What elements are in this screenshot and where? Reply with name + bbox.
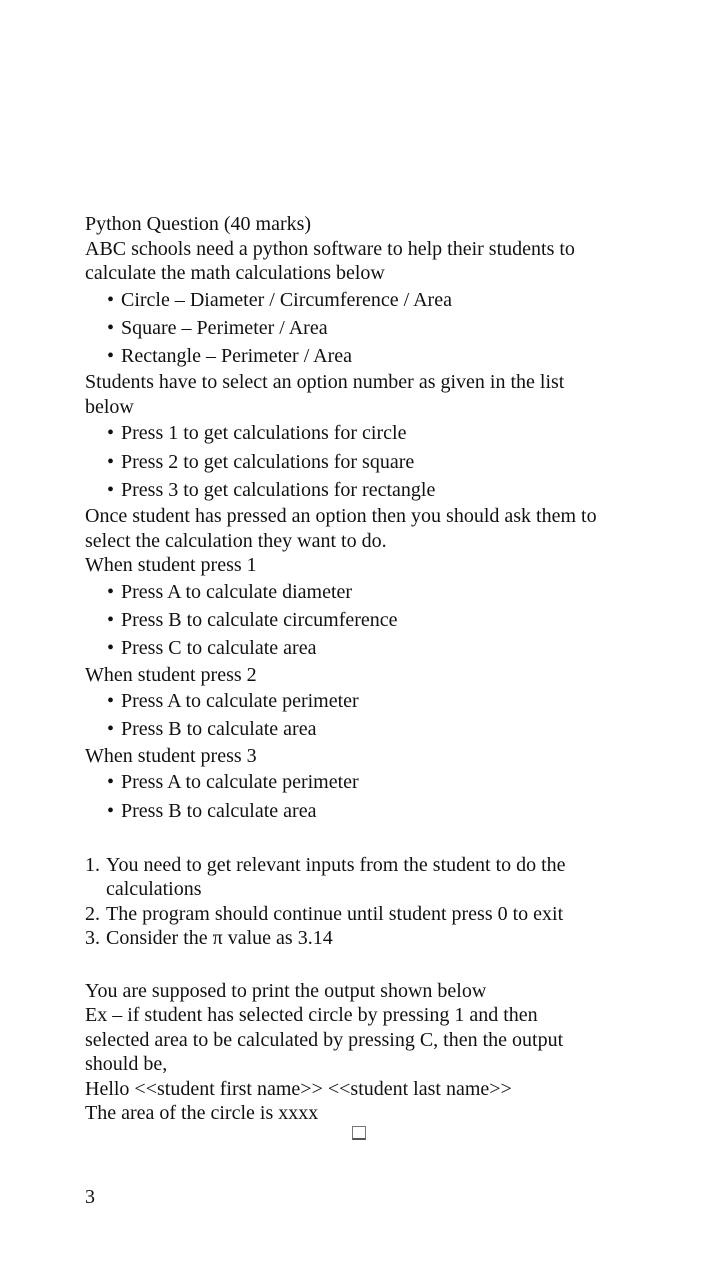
list-item: Press B to calculate area: [107, 715, 645, 744]
select-line-1: Students have to select an option number…: [85, 371, 565, 394]
output-line-3: selected area to be calculated by pressi…: [85, 1028, 564, 1051]
page-number: 3: [85, 1186, 95, 1208]
shapes-list: Circle – Diameter / Circumference / Area…: [85, 286, 645, 371]
placeholder-glyph-icon: [352, 1126, 366, 1140]
item-text: You need to get relevant inputs from the…: [106, 853, 566, 876]
document-body: Python Question (40 marks) ABC schools n…: [85, 212, 645, 1126]
item-text: The program should continue until studen…: [106, 902, 564, 925]
intro-line-2: calculate the math calculations below: [85, 262, 385, 284]
list-item: Press B to calculate area: [107, 797, 645, 826]
list-item: 1. You need to get relevant inputs from …: [85, 853, 645, 902]
press3-heading: When student press 3: [85, 744, 257, 767]
list-item: Press 1 to get calculations for circle: [107, 419, 645, 448]
item-number: 3.: [85, 927, 100, 950]
list-item: Press B to calculate circumference: [107, 606, 645, 635]
list-item: 3. Consider the π value as 3.14: [85, 926, 645, 951]
item-number: 2.: [85, 902, 100, 925]
list-item: Press 3 to get calculations for rectangl…: [107, 476, 645, 505]
press1-list: Press A to calculate diameter Press B to…: [85, 578, 645, 663]
once-line-2: select the calculation they want to do.: [85, 529, 387, 552]
output-line-1: You are supposed to print the output sho…: [85, 979, 487, 1002]
item-text: Consider the π value as 3.14: [106, 927, 333, 950]
press3-list: Press A to calculate perimeter Press B t…: [85, 768, 645, 825]
press2-heading: When student press 2: [85, 663, 257, 686]
list-item: Press A to calculate perimeter: [107, 768, 645, 797]
once-line-1: Once student has pressed an option then …: [85, 505, 597, 528]
select-line-2: below: [85, 395, 134, 418]
press1-heading: When student press 1: [85, 554, 257, 577]
list-item: Press A to calculate diameter: [107, 578, 645, 607]
list-item: Circle – Diameter / Circumference / Area: [107, 286, 645, 315]
question-title: Python Question (40 marks): [85, 213, 312, 235]
output-line-5: Hello <<student first name>> <<student l…: [85, 1077, 512, 1100]
list-item: Press A to calculate perimeter: [107, 687, 645, 716]
output-line-4: should be,: [85, 1053, 168, 1076]
list-item: 2. The program should continue until stu…: [85, 902, 645, 927]
options-list: Press 1 to get calculations for circle P…: [85, 419, 645, 504]
requirements-list: 1. You need to get relevant inputs from …: [85, 853, 645, 951]
output-line-6: The area of the circle is xxxx: [85, 1102, 319, 1125]
item-text: calculations: [106, 878, 202, 901]
intro-line-1: ABC schools need a python software to he…: [85, 237, 575, 260]
item-number: 1.: [85, 853, 100, 876]
list-item: Press 2 to get calculations for square: [107, 448, 645, 477]
press2-list: Press A to calculate perimeter Press B t…: [85, 687, 645, 744]
list-item: Press C to calculate area: [107, 634, 645, 663]
list-item: Rectangle – Perimeter / Area: [107, 342, 645, 371]
list-item: Square – Perimeter / Area: [107, 314, 645, 343]
output-line-2: Ex – if student has selected circle by p…: [85, 1004, 538, 1027]
